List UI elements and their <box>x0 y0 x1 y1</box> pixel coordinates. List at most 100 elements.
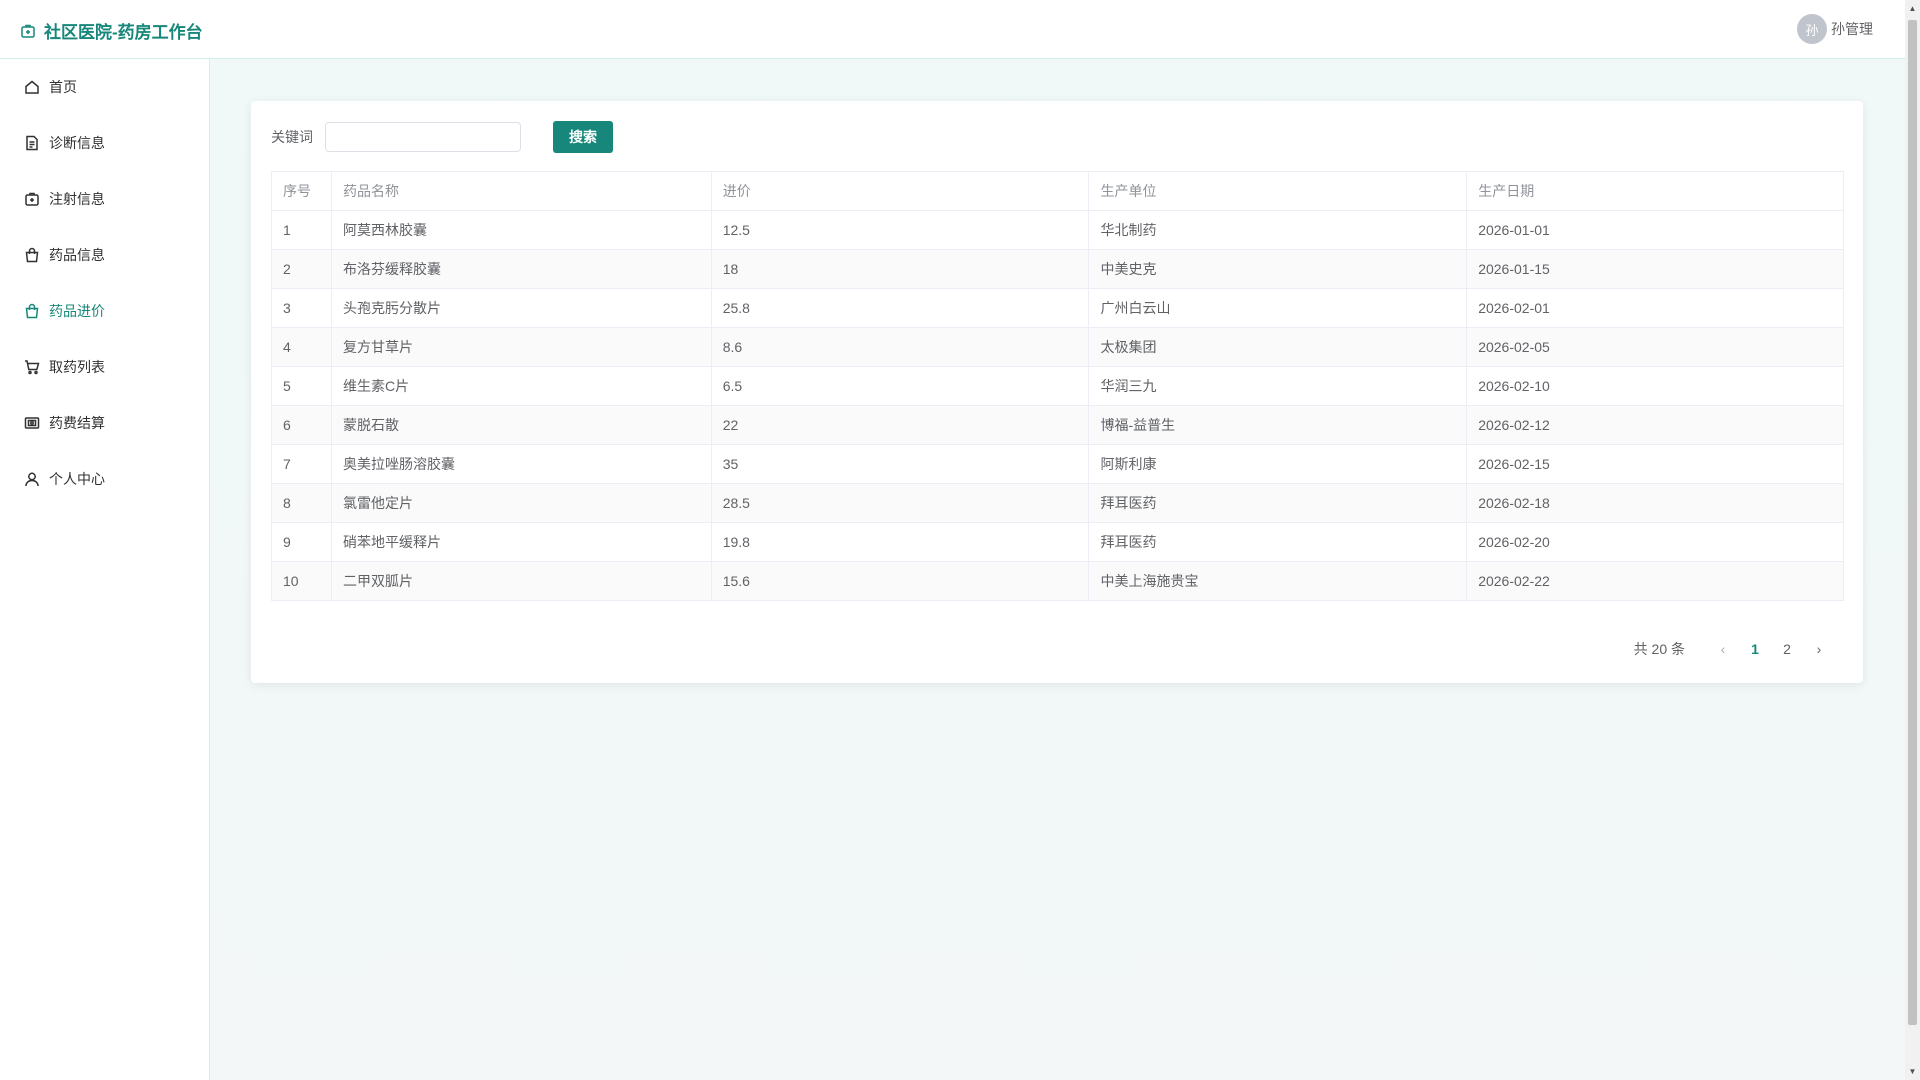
sidebar-item-label: 首页 <box>49 79 77 95</box>
table-cell: 22 <box>710 405 1090 445</box>
table-cell: 28.5 <box>710 483 1090 523</box>
table-cell: 奥美拉唑肠溶胶囊 <box>330 444 712 484</box>
table-cell: 头孢克肟分散片 <box>330 288 712 328</box>
table-row[interactable]: 2 布洛芬缓释胶囊 18 中美史克 2026-01-15 <box>271 249 1844 289</box>
table-cell: 拜耳医药 <box>1088 483 1468 523</box>
table-cell: 6.5 <box>710 366 1090 406</box>
table-cell: 2026-02-18 <box>1466 483 1844 523</box>
table-cell: 8 <box>271 483 332 523</box>
table-cell: 2026-02-05 <box>1466 327 1844 367</box>
table-cell: 2026-01-15 <box>1466 249 1844 289</box>
table-cell: 8.6 <box>710 327 1090 367</box>
search-button[interactable]: 搜索 <box>553 121 613 153</box>
table-cell: 中美上海施贵宝 <box>1088 561 1468 601</box>
sidebar-item-label: 诊断信息 <box>49 135 105 151</box>
table-cell: 2026-02-10 <box>1466 366 1844 406</box>
sidebar-item-label: 取药列表 <box>49 359 105 375</box>
table-cell: 9 <box>271 522 332 562</box>
table-cell: 复方甘草片 <box>330 327 712 367</box>
document-icon <box>26 135 38 151</box>
table-cell: 12.5 <box>710 210 1090 250</box>
scrollbar-thumb[interactable] <box>1908 20 1917 1025</box>
page-2-button[interactable]: 2 <box>1771 641 1803 657</box>
column-header: 生产单位 <box>1088 171 1468 211</box>
sidebar-item-home[interactable]: 首页 <box>0 59 209 115</box>
sidebar-item-drug-info[interactable]: 药品信息 <box>0 227 209 283</box>
table-cell: 蒙脱石散 <box>330 405 712 445</box>
table-cell: 35 <box>710 444 1090 484</box>
drug-price-card: 关键词 搜索 序号 药品名称 进价 生产单位 生产日期 1 阿莫西林胶囊 12.… <box>251 101 1863 683</box>
table-cell: 2026-02-22 <box>1466 561 1844 601</box>
user-icon <box>25 472 39 487</box>
scroll-up-arrow-icon[interactable]: ▲ <box>1905 0 1920 17</box>
page-1-button[interactable]: 1 <box>1739 641 1771 657</box>
table-cell: 1 <box>271 210 332 250</box>
table-row[interactable]: 9 硝苯地平缓释片 19.8 拜耳医药 2026-02-20 <box>271 522 1844 562</box>
column-header: 进价 <box>710 171 1090 211</box>
page-scrollbar[interactable]: ▲ ▼ <box>1905 0 1920 1080</box>
table-cell: 太极集团 <box>1088 327 1468 367</box>
table-cell: 25.8 <box>710 288 1090 328</box>
sidebar-item-label: 药费结算 <box>49 415 105 431</box>
shopping-cart-icon <box>25 360 40 375</box>
column-header: 序号 <box>271 171 332 211</box>
next-page-icon[interactable]: › <box>1803 641 1835 657</box>
table-cell: 2026-02-20 <box>1466 522 1844 562</box>
first-aid-kit-icon <box>21 24 35 38</box>
sidebar-item-label: 药品信息 <box>49 247 105 263</box>
user-name[interactable]: 孙管理 <box>1831 19 1873 39</box>
table-cell: 维生素C片 <box>330 366 712 406</box>
table-cell: 4 <box>271 327 332 367</box>
table-cell: 布洛芬缓释胶囊 <box>330 249 712 289</box>
table-row[interactable]: 10 二甲双胍片 15.6 中美上海施贵宝 2026-02-22 <box>271 561 1844 601</box>
table-cell: 广州白云山 <box>1088 288 1468 328</box>
avatar[interactable]: 孙 <box>1797 14 1827 44</box>
user-menu[interactable]: 孙 孙管理 <box>1797 14 1873 44</box>
table-row[interactable]: 3 头孢克肟分散片 25.8 广州白云山 2026-02-01 <box>271 288 1844 328</box>
pagination: 共 20 条 ‹ 1 2 › <box>1634 639 1835 659</box>
table-row[interactable]: 4 复方甘草片 8.6 太极集团 2026-02-05 <box>271 327 1844 367</box>
column-header: 药品名称 <box>330 171 712 211</box>
table-cell: 18 <box>710 249 1090 289</box>
keyword-label: 关键词 <box>271 129 313 145</box>
sidebar-item-diagnosis[interactable]: 诊断信息 <box>0 115 209 171</box>
table-row[interactable]: 5 维生素C片 6.5 华润三九 2026-02-10 <box>271 366 1844 406</box>
shopping-bag-icon <box>25 247 39 263</box>
wallet-icon <box>24 417 40 429</box>
table-row[interactable]: 8 氯雷他定片 28.5 拜耳医药 2026-02-18 <box>271 483 1844 523</box>
table-cell: 华润三九 <box>1088 366 1468 406</box>
table-row[interactable]: 6 蒙脱石散 22 博福-益普生 2026-02-12 <box>271 405 1844 445</box>
table-cell: 硝苯地平缓释片 <box>330 522 712 562</box>
sidebar-item-billing[interactable]: 药费结算 <box>0 395 209 451</box>
sidebar-item-pickup-list[interactable]: 取药列表 <box>0 339 209 395</box>
table-cell: 15.6 <box>710 561 1090 601</box>
table-row[interactable]: 1 阿莫西林胶囊 12.5 华北制药 2026-01-01 <box>271 210 1844 250</box>
sidebar-item-label: 个人中心 <box>49 471 105 487</box>
app-brand[interactable]: 社区医院-药房工作台 <box>20 18 203 43</box>
table-cell: 2026-01-01 <box>1466 210 1844 250</box>
drug-price-table: 序号 药品名称 进价 生产单位 生产日期 1 阿莫西林胶囊 12.5 华北制药 … <box>271 171 1844 601</box>
sidebar-item-drug-purchase-price[interactable]: 药品进价 <box>0 283 209 339</box>
table-cell: 华北制药 <box>1088 210 1468 250</box>
prev-page-icon[interactable]: ‹ <box>1707 641 1739 657</box>
scroll-down-arrow-icon[interactable]: ▼ <box>1905 1063 1920 1080</box>
table-cell: 阿斯利康 <box>1088 444 1468 484</box>
sidebar: 首页 诊断信息 注射信息 药品信息 药品进价 取药列表 药费结算 个人中心 <box>0 59 210 1080</box>
table-cell: 氯雷他定片 <box>330 483 712 523</box>
table-cell: 10 <box>271 561 332 601</box>
sidebar-item-profile[interactable]: 个人中心 <box>0 451 209 507</box>
sidebar-item-label: 注射信息 <box>49 191 105 207</box>
table-cell: 5 <box>271 366 332 406</box>
shopping-bag-icon <box>25 303 39 319</box>
table-cell: 博福-益普生 <box>1088 405 1468 445</box>
sidebar-item-label: 药品进价 <box>49 303 105 319</box>
table-row[interactable]: 7 奥美拉唑肠溶胶囊 35 阿斯利康 2026-02-15 <box>271 444 1844 484</box>
top-header: 社区医院-药房工作台 孙 孙管理 <box>0 0 1905 59</box>
table-cell: 二甲双胍片 <box>330 561 712 601</box>
table-cell: 2026-02-15 <box>1466 444 1844 484</box>
total-count: 共 20 条 <box>1633 641 1685 657</box>
table-cell: 中美史克 <box>1088 249 1468 289</box>
sidebar-item-injection[interactable]: 注射信息 <box>0 171 209 227</box>
table-header-row: 序号 药品名称 进价 生产单位 生产日期 <box>271 171 1844 211</box>
keyword-search-input[interactable] <box>325 122 521 152</box>
